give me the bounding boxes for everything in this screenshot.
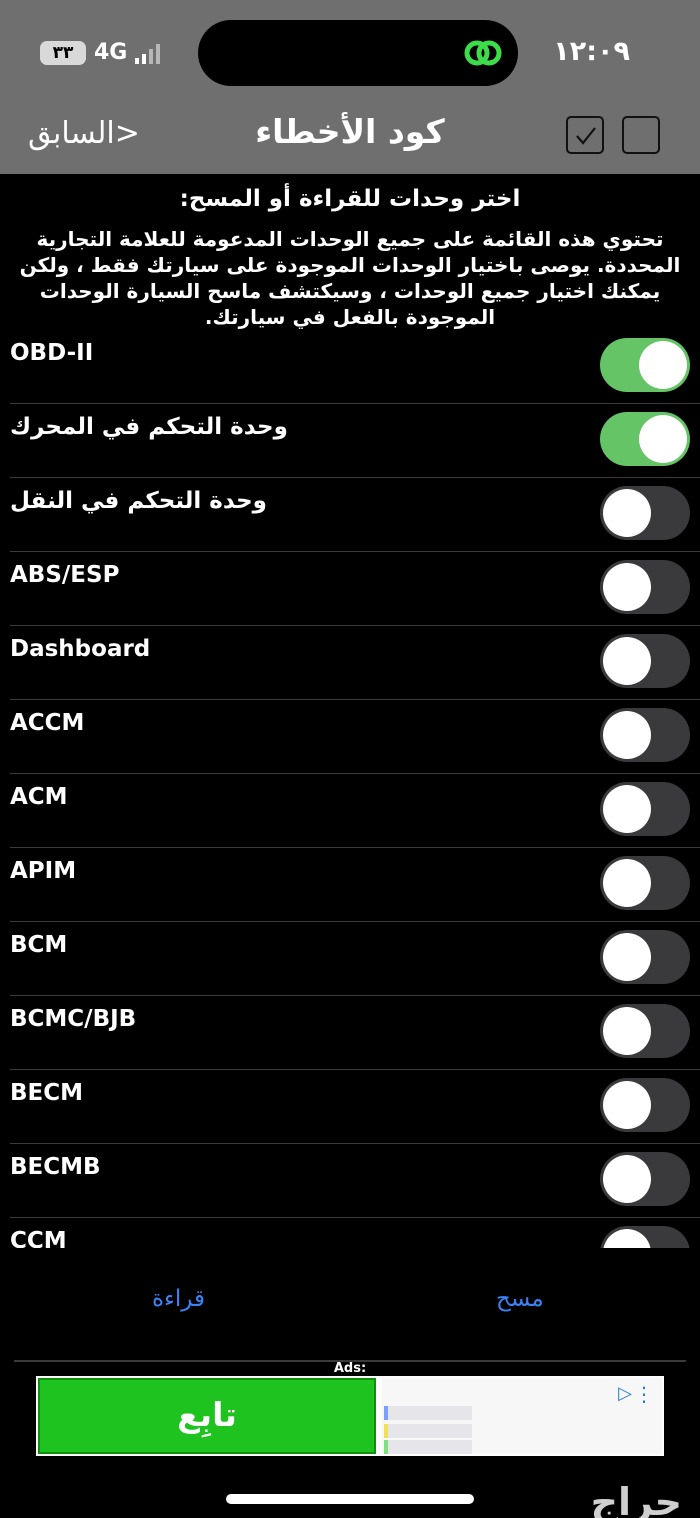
- battery-level: ٣٣: [52, 42, 74, 63]
- module-toggle[interactable]: [600, 782, 690, 836]
- signal-icon: [135, 42, 161, 64]
- module-toggle[interactable]: [600, 486, 690, 540]
- section-heading: اختر وحدات للقراءة أو المسح:: [179, 186, 521, 212]
- ads-label: Ads:: [333, 1361, 367, 1376]
- module-row: ACM: [10, 774, 700, 848]
- ad-continue-button[interactable]: تابِع: [38, 1378, 376, 1454]
- network-type: 4G: [94, 40, 128, 65]
- toggle-knob: [603, 1081, 651, 1129]
- module-toggle[interactable]: [600, 1078, 690, 1132]
- module-toggle[interactable]: [600, 412, 690, 466]
- dynamic-island: [198, 20, 518, 86]
- toggle-knob: [603, 785, 651, 833]
- section-description: تحتوي هذه القائمة على جميع الوحدات المدع…: [19, 227, 681, 329]
- module-label: OBD-II: [10, 340, 94, 366]
- module-label: ACCM: [10, 710, 85, 736]
- toggle-knob: [603, 1229, 651, 1248]
- module-list[interactable]: OBD-II وحدة التحكم في المحرك وحدة التحكم…: [0, 330, 700, 1248]
- module-toggle[interactable]: [600, 634, 690, 688]
- screen: ٣٣ 4G ١٢:٠٩ <السابق كود الأخطاء اختر وحد…: [0, 0, 700, 1518]
- toggle-knob: [603, 859, 651, 907]
- battery-icon: ٣٣: [40, 40, 86, 65]
- select-all-checkbox[interactable]: [566, 116, 604, 154]
- status-time: ١٢:٠٩: [553, 36, 630, 67]
- module-row: CCM: [10, 1218, 700, 1248]
- module-row: Dashboard: [10, 626, 700, 700]
- checkmark-icon: [576, 127, 596, 145]
- toggle-knob: [639, 341, 687, 389]
- module-label: CCM: [10, 1228, 67, 1248]
- module-row: BCMC/BJB: [10, 996, 700, 1070]
- module-toggle[interactable]: [600, 856, 690, 910]
- module-toggle[interactable]: [600, 338, 690, 392]
- action-bar: قراءة مسح: [0, 1278, 700, 1328]
- module-label: Dashboard: [10, 636, 151, 662]
- toggle-knob: [603, 1007, 651, 1055]
- toggle-knob: [603, 637, 651, 685]
- module-row: وحدة التحكم في النقل: [10, 478, 700, 552]
- module-label: BECMB: [10, 1154, 101, 1180]
- module-toggle[interactable]: [600, 560, 690, 614]
- toggle-knob: [603, 711, 651, 759]
- toggle-knob: [603, 489, 651, 537]
- module-toggle[interactable]: [600, 1004, 690, 1058]
- module-row: ACCM: [10, 700, 700, 774]
- module-row: APIM: [10, 848, 700, 922]
- module-label: BECM: [10, 1080, 84, 1106]
- ad-preview-image: ⋮ ▷: [382, 1378, 662, 1454]
- module-label: BCMC/BJB: [10, 1006, 137, 1032]
- module-toggle[interactable]: [600, 708, 690, 762]
- ad-banner[interactable]: تابِع ⋮ ▷: [36, 1376, 664, 1456]
- header-area: ٣٣ 4G ١٢:٠٩ <السابق كود الأخطاء: [0, 0, 700, 174]
- more-icon: ⋮: [634, 1382, 654, 1406]
- module-label: وحدة التحكم في النقل: [10, 488, 267, 514]
- module-row: BECMB: [10, 1144, 700, 1218]
- module-label: ACM: [10, 784, 68, 810]
- read-button[interactable]: قراءة: [152, 1286, 205, 1312]
- module-row: BECM: [10, 1070, 700, 1144]
- toggle-knob: [639, 415, 687, 463]
- deselect-all-checkbox[interactable]: [622, 116, 660, 154]
- module-label: ABS/ESP: [10, 562, 120, 588]
- module-row: BCM: [10, 922, 700, 996]
- ad-choices-icon: ▷: [618, 1383, 632, 1404]
- module-label: APIM: [10, 858, 77, 884]
- module-row: OBD-II: [10, 330, 700, 404]
- home-indicator[interactable]: [226, 1494, 474, 1504]
- scan-button[interactable]: مسح: [496, 1286, 544, 1312]
- module-toggle[interactable]: [600, 1226, 690, 1248]
- module-toggle[interactable]: [600, 1152, 690, 1206]
- toggle-knob: [603, 933, 651, 981]
- watermark-logo: حراج: [590, 1480, 682, 1518]
- module-label: BCM: [10, 932, 68, 958]
- status-left: ٣٣ 4G: [40, 40, 161, 65]
- module-row: وحدة التحكم في المحرك: [10, 404, 700, 478]
- module-toggle[interactable]: [600, 930, 690, 984]
- toggle-knob: [603, 1155, 651, 1203]
- toggle-knob: [603, 563, 651, 611]
- link-icon: [464, 40, 502, 66]
- module-label: وحدة التحكم في المحرك: [10, 414, 288, 440]
- module-row: ABS/ESP: [10, 552, 700, 626]
